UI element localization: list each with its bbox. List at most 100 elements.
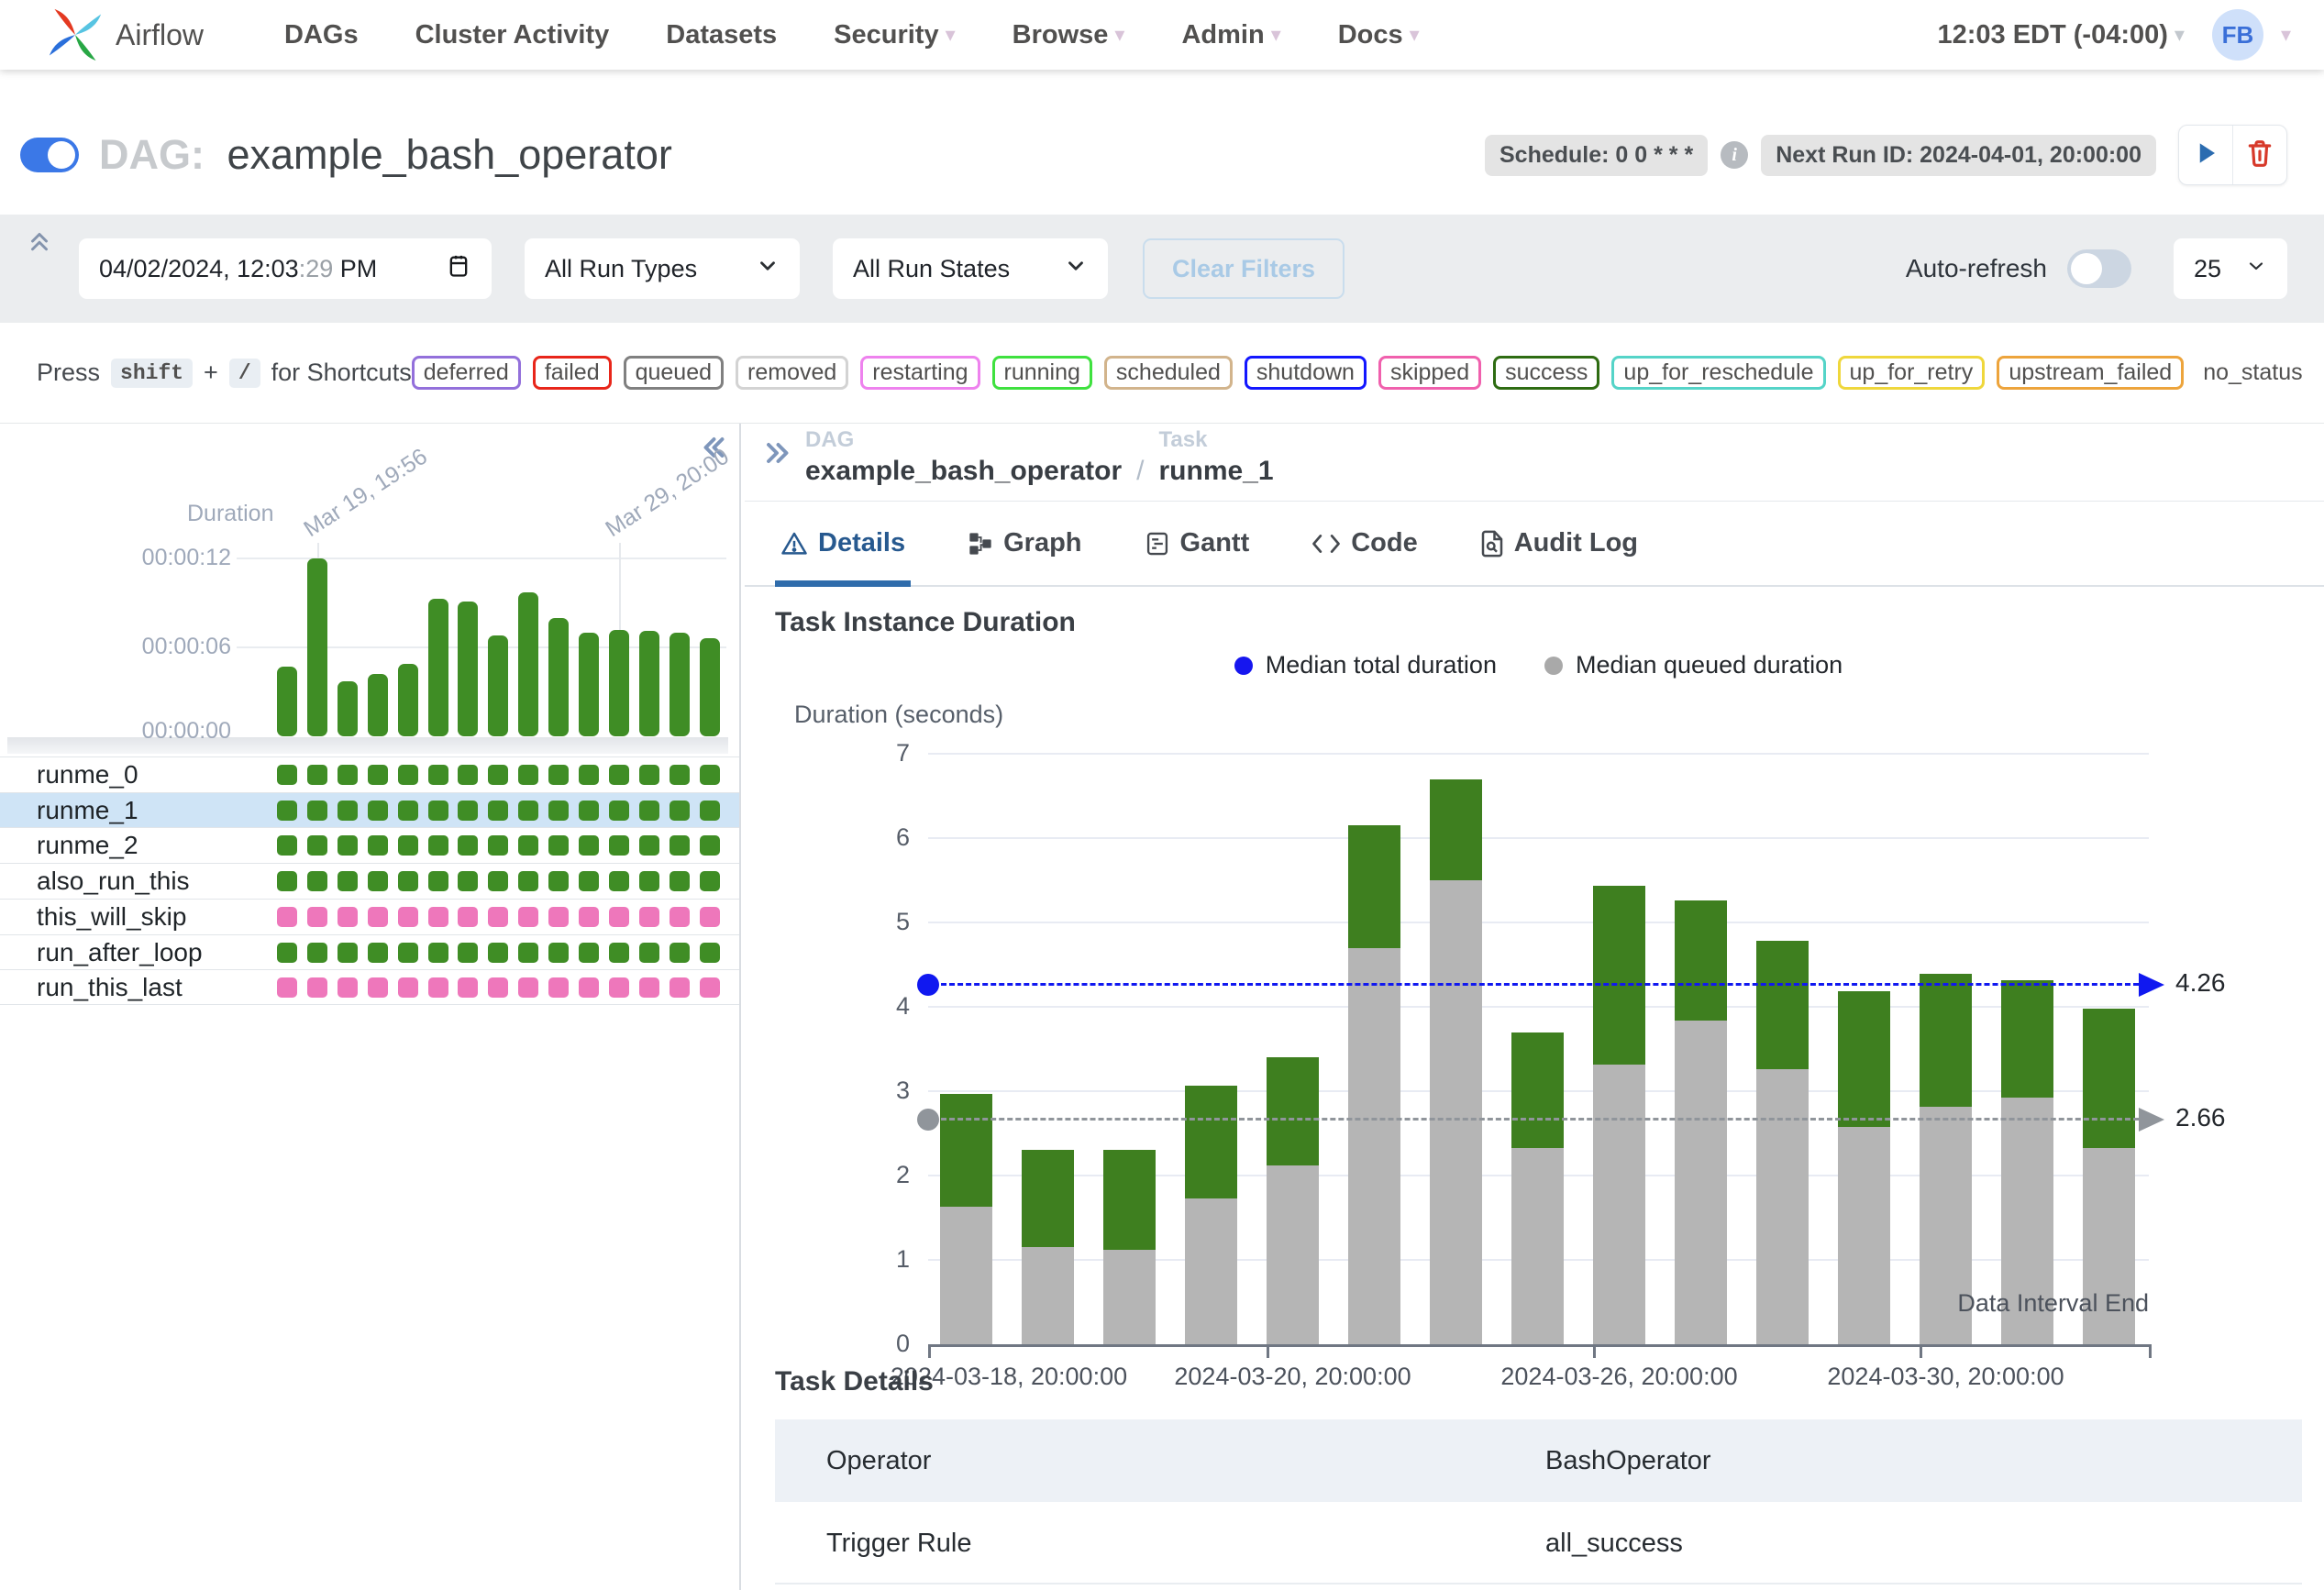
task-instance-square[interactable] [639, 871, 659, 891]
task-instance-square[interactable] [639, 907, 659, 927]
task-instance-square[interactable] [398, 765, 418, 785]
task-instance-square[interactable] [639, 801, 659, 821]
task-instance-square[interactable] [458, 801, 478, 821]
dag-run-bar[interactable] [670, 633, 690, 736]
delete-dag-button[interactable] [2232, 126, 2286, 184]
run-states-select[interactable]: All Run States [833, 238, 1108, 299]
bar-total-duration[interactable] [940, 1094, 992, 1207]
bar-queued-duration[interactable] [1756, 1069, 1809, 1344]
bar-total-duration[interactable] [2001, 980, 2053, 1098]
task-instance-square[interactable] [307, 835, 327, 856]
task-instance-square[interactable] [518, 835, 538, 856]
nav-item-admin[interactable]: Admin▾ [1181, 20, 1280, 50]
state-badge-failed[interactable]: failed [533, 356, 612, 390]
task-instance-square[interactable] [670, 835, 690, 856]
task-instance-square[interactable] [458, 765, 478, 785]
bar-total-duration[interactable] [1920, 974, 1972, 1107]
dag-run-bar[interactable] [307, 558, 327, 736]
task-instance-square[interactable] [277, 835, 297, 856]
dag-run-bar[interactable] [518, 592, 538, 736]
bar-total-duration[interactable] [1430, 779, 1482, 880]
state-badge-deferred[interactable]: deferred [412, 356, 521, 390]
task-instance-square[interactable] [398, 977, 418, 998]
task-instance-square[interactable] [338, 907, 358, 927]
task-instance-square[interactable] [518, 977, 538, 998]
task-instance-square[interactable] [639, 765, 659, 785]
state-badge-up-for-retry[interactable]: up_for_retry [1838, 356, 1986, 390]
task-instance-square[interactable] [458, 835, 478, 856]
task-instance-square[interactable] [548, 871, 569, 891]
bar-total-duration[interactable] [1103, 1150, 1156, 1250]
task-instance-square[interactable] [670, 871, 690, 891]
task-instance-square[interactable] [670, 765, 690, 785]
task-instance-square[interactable] [398, 943, 418, 963]
dag-run-bar[interactable] [609, 630, 629, 736]
task-instance-square[interactable] [398, 907, 418, 927]
task-instance-square[interactable] [639, 943, 659, 963]
task-instance-square[interactable] [700, 801, 720, 821]
task-instance-square[interactable] [428, 835, 448, 856]
nav-item-browse[interactable]: Browse▾ [1013, 20, 1125, 50]
dag-run-bar[interactable] [700, 638, 720, 736]
trigger-dag-button[interactable] [2179, 126, 2232, 184]
task-instance-square[interactable] [700, 943, 720, 963]
task-instance-square[interactable] [548, 907, 569, 927]
task-instance-square[interactable] [579, 977, 599, 998]
task-name-run-after-loop[interactable]: run_after_loop [37, 935, 203, 970]
bar-queued-duration[interactable] [1348, 948, 1400, 1344]
dag-run-bar[interactable] [639, 631, 659, 736]
task-instance-square[interactable] [428, 801, 448, 821]
task-instance-square[interactable] [579, 801, 599, 821]
task-instance-square[interactable] [518, 943, 538, 963]
task-name-this-will-skip[interactable]: this_will_skip [37, 900, 186, 934]
state-badge-skipped[interactable]: skipped [1378, 356, 1481, 390]
task-instance-square[interactable] [700, 765, 720, 785]
task-instance-square[interactable] [277, 765, 297, 785]
dag-run-bar[interactable] [548, 618, 569, 736]
dag-pause-toggle[interactable] [20, 138, 79, 172]
task-instance-square[interactable] [368, 977, 388, 998]
task-instance-square[interactable] [277, 907, 297, 927]
task-name-runme-0[interactable]: runme_0 [37, 757, 138, 792]
task-instance-square[interactable] [518, 907, 538, 927]
task-instance-square[interactable] [277, 871, 297, 891]
task-instance-square[interactable] [307, 765, 327, 785]
bar-total-duration[interactable] [1838, 991, 1890, 1127]
task-instance-square[interactable] [518, 801, 538, 821]
task-instance-square[interactable] [398, 835, 418, 856]
state-badge-restarting[interactable]: restarting [860, 356, 979, 390]
bar-total-duration[interactable] [1022, 1150, 1074, 1247]
task-instance-square[interactable] [368, 907, 388, 927]
task-instance-square[interactable] [670, 943, 690, 963]
task-instance-square[interactable] [609, 943, 629, 963]
state-badge-queued[interactable]: queued [624, 356, 724, 390]
task-instance-square[interactable] [277, 943, 297, 963]
clear-filters-button[interactable]: Clear Filters [1143, 238, 1345, 299]
state-badge-shutdown[interactable]: shutdown [1245, 356, 1367, 390]
avatar[interactable]: FB [2212, 9, 2263, 61]
dag-run-bar[interactable] [488, 635, 508, 736]
state-badge-upstream-failed[interactable]: upstream_failed [1997, 356, 2184, 390]
bar-total-duration[interactable] [1593, 886, 1645, 1065]
task-name-run-this-last[interactable]: run_this_last [37, 970, 183, 1005]
bar-total-duration[interactable] [2083, 1009, 2135, 1148]
bar-queued-duration[interactable] [1267, 1165, 1319, 1344]
task-instance-square[interactable] [700, 977, 720, 998]
task-instance-square[interactable] [307, 871, 327, 891]
task-instance-square[interactable] [670, 907, 690, 927]
task-instance-square[interactable] [700, 907, 720, 927]
task-instance-square[interactable] [458, 871, 478, 891]
task-instance-square[interactable] [609, 977, 629, 998]
task-instance-square[interactable] [338, 835, 358, 856]
bar-queued-duration[interactable] [1103, 1250, 1156, 1344]
nav-item-security[interactable]: Security▾ [834, 20, 956, 50]
task-instance-square[interactable] [548, 801, 569, 821]
run-types-select[interactable]: All Run Types [525, 238, 800, 299]
state-badge-scheduled[interactable]: scheduled [1104, 356, 1233, 390]
task-instance-square[interactable] [579, 835, 599, 856]
task-instance-square[interactable] [670, 801, 690, 821]
task-instance-square[interactable] [368, 765, 388, 785]
bar-queued-duration[interactable] [1593, 1065, 1645, 1344]
bar-total-duration[interactable] [1511, 1032, 1564, 1148]
task-instance-square[interactable] [548, 977, 569, 998]
